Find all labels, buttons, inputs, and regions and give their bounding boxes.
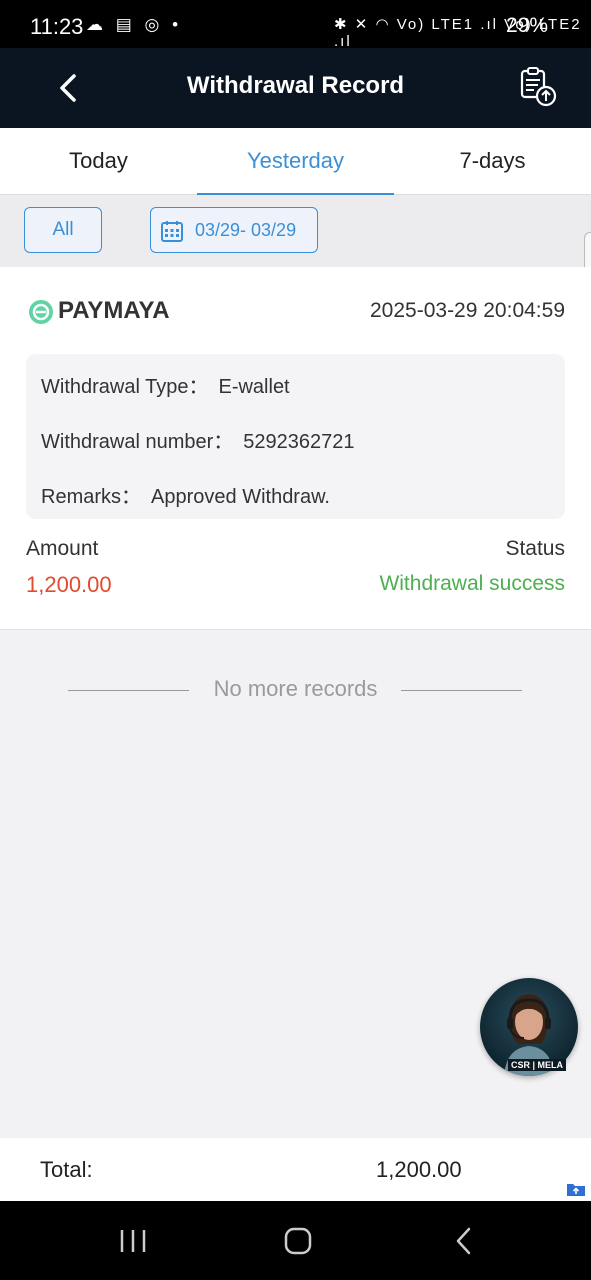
home-button[interactable] <box>278 1223 318 1259</box>
tab-today[interactable]: Today <box>0 128 197 195</box>
date-range-button[interactable]: 03/29- 03/29 <box>150 207 318 253</box>
withdrawal-number-label: Withdrawal number： <box>41 431 234 453</box>
app-header: Withdrawal Record <box>0 48 591 128</box>
calendar-icon <box>161 221 183 242</box>
tab-yesterday[interactable]: Yesterday <box>197 128 394 196</box>
total-label: Total: <box>40 1157 93 1182</box>
back-icon <box>456 1227 471 1255</box>
clipboard-upload-icon <box>520 67 557 107</box>
home-icon <box>284 1227 312 1255</box>
no-more-records-text: No more records <box>213 676 378 701</box>
record-export-button[interactable] <box>514 64 560 110</box>
remarks-row: Remarks： Approved Withdraw. <box>41 480 330 509</box>
notification-icons: ☁ ▤ ◎ • <box>86 15 183 34</box>
paymaya-logo-icon <box>29 300 53 324</box>
withdrawal-number-row: Withdrawal number： 5292362721 <box>41 425 355 454</box>
total-value: 1,200.00 <box>376 1157 462 1182</box>
date-tabs: Today Yesterday 7-days <box>0 128 591 196</box>
recent-apps-button[interactable] <box>113 1223 153 1259</box>
tab-7-days[interactable]: 7-days <box>394 128 591 195</box>
status-bar: 11:23 ☁ ▤ ◎ • ✱ ✕ ◠ Vo) LTE1 .ıl Vo) LTE… <box>0 0 591 50</box>
withdrawal-number-value: 5292362721 <box>243 431 355 453</box>
signal-icons: ✱ ✕ ◠ Vo) LTE1 .ıl Vo) LTE2 .ıl <box>334 16 582 50</box>
status-label: Status <box>505 537 565 560</box>
remarks-label: Remarks： <box>41 486 142 508</box>
withdrawal-record-card[interactable]: PAYMAYA 2025-03-29 20:04:59 Withdrawal T… <box>0 267 591 630</box>
record-datetime: 2025-03-29 20:04:59 <box>370 299 565 322</box>
withdrawal-type-value: E-wallet <box>218 376 290 398</box>
payment-brand: PAYMAYA <box>58 297 170 324</box>
status-time: 11:23 <box>30 14 84 39</box>
amount-value: 1,200.00 <box>26 572 112 597</box>
withdrawal-type-label: Withdrawal Type： <box>41 376 209 398</box>
withdrawal-type-row: Withdrawal Type： E-wallet <box>41 370 290 399</box>
battery-level: 29% <box>506 14 549 37</box>
date-range-label: 03/29- 03/29 <box>195 220 297 240</box>
recent-apps-icon <box>120 1230 146 1252</box>
status-value: Withdrawal success <box>379 572 565 595</box>
filter-bar: All 03/29- 03/29 <box>0 195 591 267</box>
support-badge: CSR | MELA <box>508 1059 567 1071</box>
page-title: Withdrawal Record <box>186 72 405 99</box>
filter-all-button[interactable]: All <box>24 207 102 253</box>
record-details: Withdrawal Type： E-wallet Withdrawal numb… <box>26 354 565 519</box>
total-bar: Total: 1,200.00 <box>0 1138 591 1201</box>
remarks-value: Approved Withdraw. <box>151 486 330 508</box>
system-navigation-bar <box>0 1201 591 1280</box>
system-back-button[interactable] <box>445 1223 485 1259</box>
folder-upload-icon[interactable] <box>566 1181 586 1197</box>
divider-right <box>401 690 522 691</box>
amount-label: Amount <box>26 537 99 560</box>
